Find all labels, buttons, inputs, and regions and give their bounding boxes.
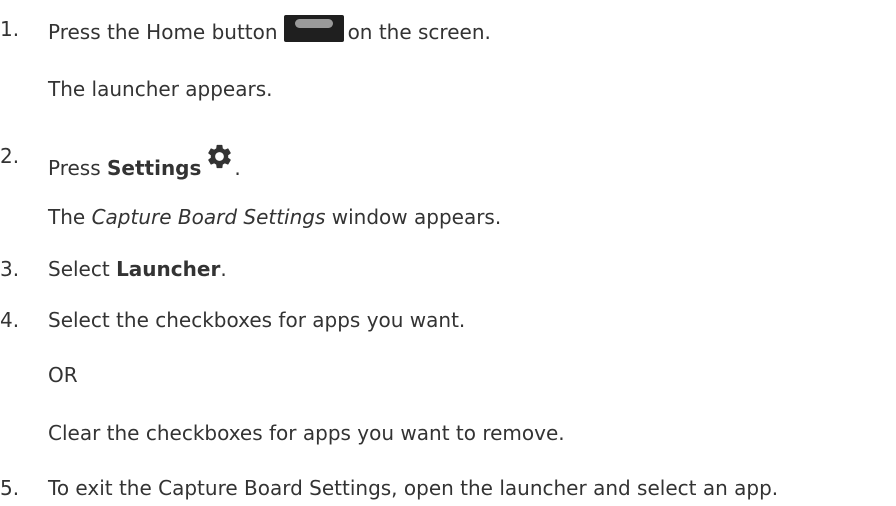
step-text: Select Launcher. — [48, 255, 227, 283]
settings-label: Settings — [107, 156, 202, 180]
launcher-label: Launcher — [116, 257, 221, 281]
step-number: 2. — [0, 144, 20, 168]
step-text: Select the checkboxes for apps you want. — [48, 308, 466, 332]
step-number: 3. — [0, 257, 20, 281]
step-number: 1. — [0, 17, 20, 41]
step-number: 4. — [0, 308, 20, 332]
step-text: Press Settings . — [48, 142, 241, 182]
gear-icon — [208, 144, 232, 169]
step-2-result: The Capture Board Settings window appear… — [48, 203, 501, 231]
step-text: Press the Home button on the screen. — [48, 15, 491, 46]
step-4-or: OR — [48, 363, 78, 387]
step-3-suffix: . — [220, 257, 227, 281]
step-2-suffix: . — [234, 156, 241, 180]
step-2-prefix: Press — [48, 156, 107, 180]
step-1-text-before: Press the Home button — [48, 20, 278, 44]
step-number: 5. — [0, 476, 20, 500]
step-2-result-prefix: The — [48, 205, 92, 229]
step-1-text-after: on the screen. — [347, 20, 491, 44]
step-1-result: The launcher appears. — [48, 77, 273, 101]
step-text: To exit the Capture Board Settings, open… — [48, 476, 779, 500]
step-4-alt: Clear the checkboxes for apps you want t… — [48, 421, 565, 445]
step-3-prefix: Select — [48, 257, 117, 281]
step-2-result-suffix: window appears. — [325, 205, 502, 229]
window-name: Capture Board Settings — [91, 205, 326, 229]
home-button-icon — [283, 15, 344, 42]
